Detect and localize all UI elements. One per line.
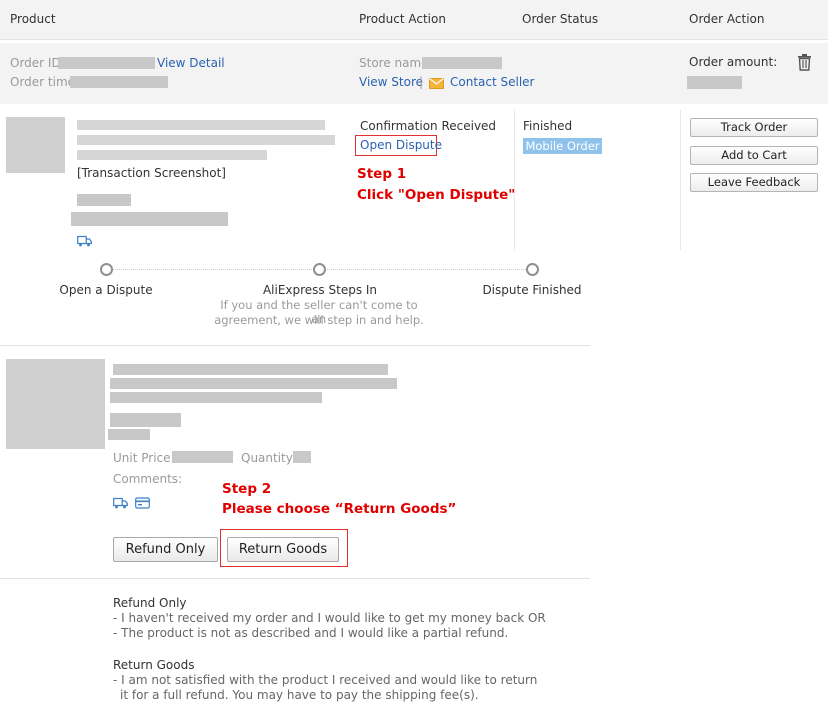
header-order-action: Order Action: [689, 12, 765, 26]
truck-icon: [113, 497, 128, 509]
dispute-product-thumbnail: [6, 359, 105, 449]
dispute-title-redacted-3: [110, 392, 322, 403]
table-header: Product Product Action Order Status Orde…: [0, 0, 828, 40]
product-title-redacted-3: [77, 150, 267, 160]
step1-title: Step 1: [357, 166, 407, 182]
progress-step-3-dot: [526, 263, 539, 276]
track-order-button[interactable]: Track Order: [690, 118, 818, 137]
order-time-label: Order time:: [10, 75, 80, 89]
leave-feedback-button[interactable]: Leave Feedback: [690, 173, 818, 192]
trash-icon[interactable]: [797, 54, 812, 71]
order-id-redacted: [58, 57, 155, 69]
refund-only-button[interactable]: Refund Only: [113, 537, 218, 562]
column-divider-2: [680, 110, 681, 250]
product-price-redacted: [71, 212, 228, 226]
step2-title: Step 2: [222, 481, 272, 497]
unit-price-redacted: [172, 451, 233, 463]
return-goods-title: Return Goods: [113, 658, 195, 672]
product-sku-redacted: [77, 194, 131, 206]
return-goods-line-1: - I am not satisfied with the product I …: [113, 673, 538, 687]
progress-stage-2: AliExpress Steps In: [262, 283, 378, 297]
refund-only-title: Refund Only: [113, 596, 187, 610]
dispute-sku-redacted: [110, 413, 181, 427]
mobile-order-badge: Mobile Order: [523, 138, 602, 154]
column-divider: [514, 110, 515, 250]
view-store-link[interactable]: View Store: [359, 75, 423, 89]
view-detail-link[interactable]: View Detail: [157, 56, 225, 70]
progress-step-2-dot: [313, 263, 326, 276]
unit-price-label: Unit Price:: [113, 451, 175, 465]
order-info-row: Order ID: View Detail Order time: Store …: [0, 43, 828, 104]
progress-description-2: agreement, we will step in and help.: [214, 313, 424, 327]
order-id-label: Order ID:: [10, 56, 65, 70]
order-status-value: Finished: [523, 119, 573, 133]
link-separator: |: [419, 75, 424, 89]
open-dispute-link[interactable]: Open Dispute: [360, 138, 442, 152]
action-status: Confirmation Received: [360, 119, 497, 133]
return-goods-button[interactable]: Return Goods: [227, 537, 339, 562]
transaction-screenshot-link[interactable]: [Transaction Screenshot]: [77, 166, 226, 180]
order-time-redacted: [70, 76, 168, 88]
refund-only-line-1: - I haven't received my order and I woul…: [113, 611, 546, 625]
dispute-sku-redacted-2: [108, 429, 150, 440]
step1-text: Click "Open Dispute": [357, 187, 516, 203]
dispute-title-redacted-2: [110, 378, 397, 389]
comments-label: Comments:: [113, 472, 183, 486]
return-goods-line-2: it for a full refund. You may have to pa…: [120, 688, 479, 702]
progress-step-1-dot: [100, 263, 113, 276]
header-order-status: Order Status: [522, 12, 599, 26]
order-amount-label: Order amount:: [689, 55, 778, 69]
header-product: Product: [10, 12, 56, 26]
section-divider-2: [0, 578, 590, 579]
product-title-redacted-2: [77, 135, 335, 145]
order-amount-redacted: [687, 76, 742, 89]
progress-stage-3: Dispute Finished: [482, 283, 582, 297]
contact-seller-link[interactable]: Contact Seller: [450, 75, 535, 89]
store-name-redacted: [422, 57, 502, 69]
explanations: Refund Only - I haven't received my orde…: [113, 596, 583, 703]
truck-icon: [77, 235, 92, 247]
envelope-icon: [429, 78, 444, 89]
product-thumbnail[interactable]: [6, 117, 65, 173]
card-icon: [135, 497, 150, 509]
step2-text: Please choose “Return Goods”: [222, 501, 457, 517]
quantity-label: Quantity:: [241, 451, 297, 465]
section-divider: [0, 345, 590, 346]
product-title-redacted-1: [77, 120, 325, 130]
quantity-redacted: [293, 451, 311, 463]
header-product-action: Product Action: [359, 12, 446, 26]
dispute-title-redacted-1: [113, 364, 388, 375]
refund-only-line-2: - The product is not as described and I …: [113, 626, 509, 640]
add-to-cart-button[interactable]: Add to Cart: [690, 146, 818, 165]
progress-stage-1: Open a Dispute: [59, 283, 153, 297]
